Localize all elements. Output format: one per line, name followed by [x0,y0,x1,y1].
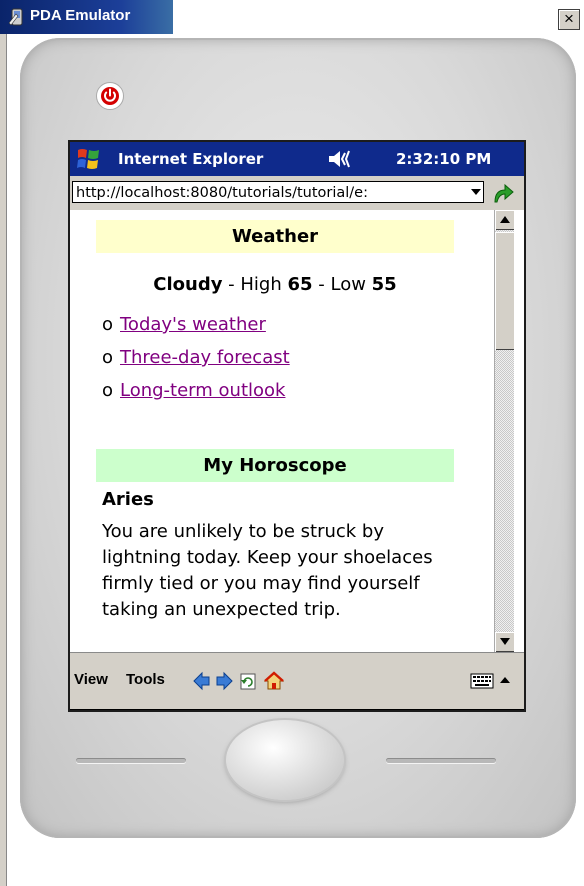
left-grip [76,758,186,763]
back-icon[interactable] [192,671,212,691]
refresh-icon[interactable] [238,671,258,691]
command-bar: View Tools [70,652,524,709]
low-label: - Low [312,274,372,295]
window-frame-left [0,34,7,886]
scroll-down-button[interactable] [495,632,515,652]
link-three-day-forecast[interactable]: Three-day forecast [120,347,290,368]
input-panel-arrow-icon[interactable] [498,671,512,691]
speaker-icon[interactable] [326,147,352,171]
pda-app-icon [8,8,23,26]
bullet: o [102,347,114,368]
scroll-thumb[interactable] [495,232,515,350]
power-icon [101,87,119,105]
link-todays-weather[interactable]: Today's weather [120,314,266,335]
pda-screen: Internet Explorer 2:32:10 PM http://loca… [68,140,526,712]
power-button[interactable] [96,82,124,110]
list-item: o Three-day forecast [102,347,290,368]
vertical-scrollbar[interactable] [494,210,515,652]
close-button[interactable]: × [558,9,580,30]
low-value: 55 [371,274,397,295]
clock[interactable]: 2:32:10 PM [396,150,491,168]
weather-condition: Cloudy [153,274,223,295]
bullet: o [102,380,114,401]
horoscope-sign: Aries [102,489,154,510]
chevron-down-icon [471,189,481,195]
address-dropdown[interactable] [469,182,483,202]
arrow-up-icon [500,216,510,223]
horoscope-header: My Horoscope [96,449,454,482]
tools-menu[interactable]: Tools [126,671,165,688]
weather-summary: Cloudy - High 65 - Low 55 [70,274,480,295]
go-arrow-icon[interactable] [490,182,516,204]
list-item: o Long-term outlook [102,380,285,401]
weather-header: Weather [96,220,454,253]
address-bar-row: http://localhost:8080/tutorials/tutorial… [70,176,524,210]
pda-device-body: Internet Explorer 2:32:10 PM http://loca… [20,38,576,838]
screen-edge [514,210,524,652]
page-content[interactable]: Weather Cloudy - High 65 - Low 55 o Today… [70,210,494,652]
navigation-pad[interactable] [226,720,344,800]
windows-flag-icon[interactable] [76,146,102,172]
scroll-up-button[interactable] [495,210,515,230]
window-title-bar[interactable]: PDA Emulator × [0,0,584,34]
high-value: 65 [287,274,313,295]
app-title[interactable]: Internet Explorer [118,150,263,168]
high-label: - High [222,274,288,295]
bullet: o [102,314,114,335]
forward-icon[interactable] [214,671,234,691]
horoscope-text: You are unlikely to be struck by lightni… [102,521,433,620]
home-icon[interactable] [264,671,284,691]
pda-navigation-bar: Internet Explorer 2:32:10 PM [70,142,524,176]
right-grip [386,758,496,763]
link-long-term-outlook[interactable]: Long-term outlook [120,380,285,401]
address-input[interactable]: http://localhost:8080/tutorials/tutorial… [72,181,484,203]
list-item: o Today's weather [102,314,266,335]
view-menu[interactable]: View [74,671,108,688]
keyboard-icon[interactable] [470,671,494,691]
window-title: PDA Emulator [30,7,131,24]
arrow-down-icon [500,638,510,645]
address-text: http://localhost:8080/tutorials/tutorial… [76,185,368,201]
